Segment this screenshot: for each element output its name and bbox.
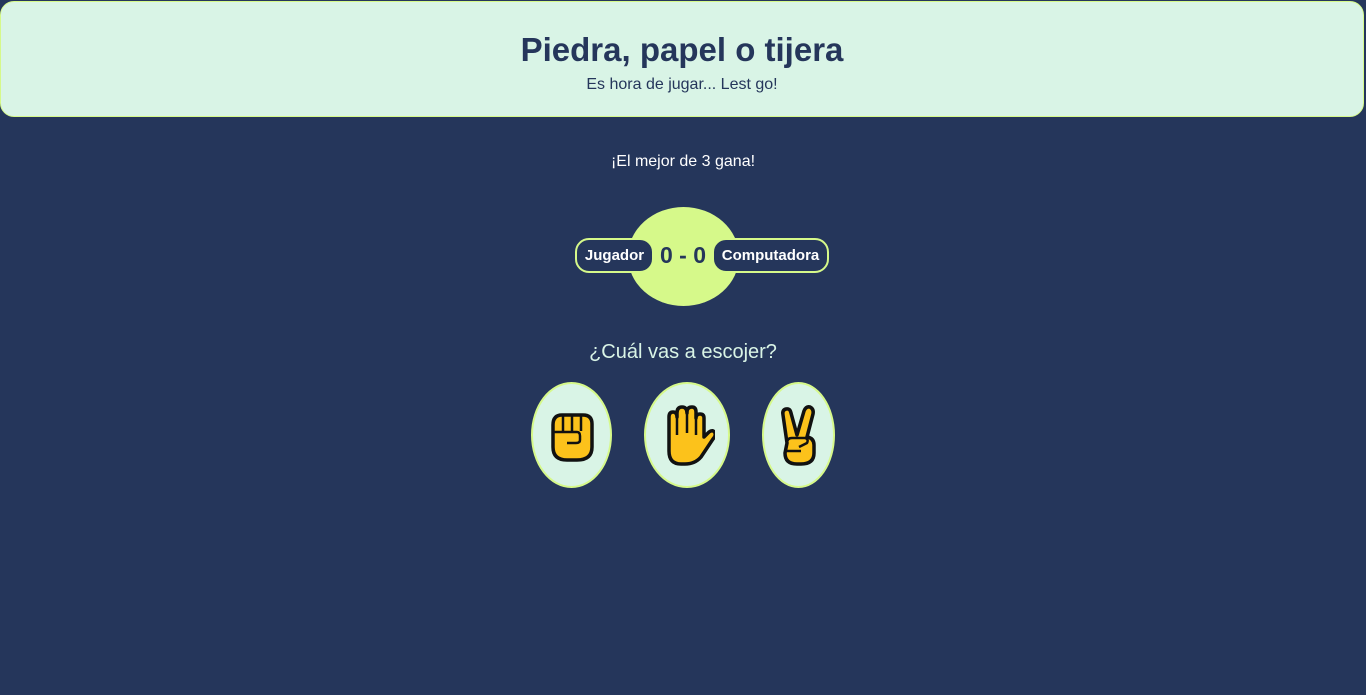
computer-label: Computadora [712,238,829,273]
page-title: Piedra, papel o tijera [520,31,844,68]
player-label: Jugador [575,238,654,273]
header-panel: Piedra, papel o tijera Es hora de jugar.… [0,1,1364,117]
scissors-button[interactable] [762,382,835,488]
choice-question: ¿Cuál vas a escojer? [589,341,777,363]
scoreboard: Jugador 0 - 0 Computadora [0,207,1366,307]
page-subtitle: Es hora de jugar... Lest go! [586,76,778,93]
raised-fist-icon [550,413,594,462]
paper-button[interactable] [644,382,730,488]
victory-hand-icon [780,405,816,466]
best-of-text: ¡El mejor de 3 gana! [610,153,756,170]
raised-hand-icon [667,405,715,466]
score-display: 0 - 0 [659,242,707,268]
rock-button[interactable] [531,382,612,488]
